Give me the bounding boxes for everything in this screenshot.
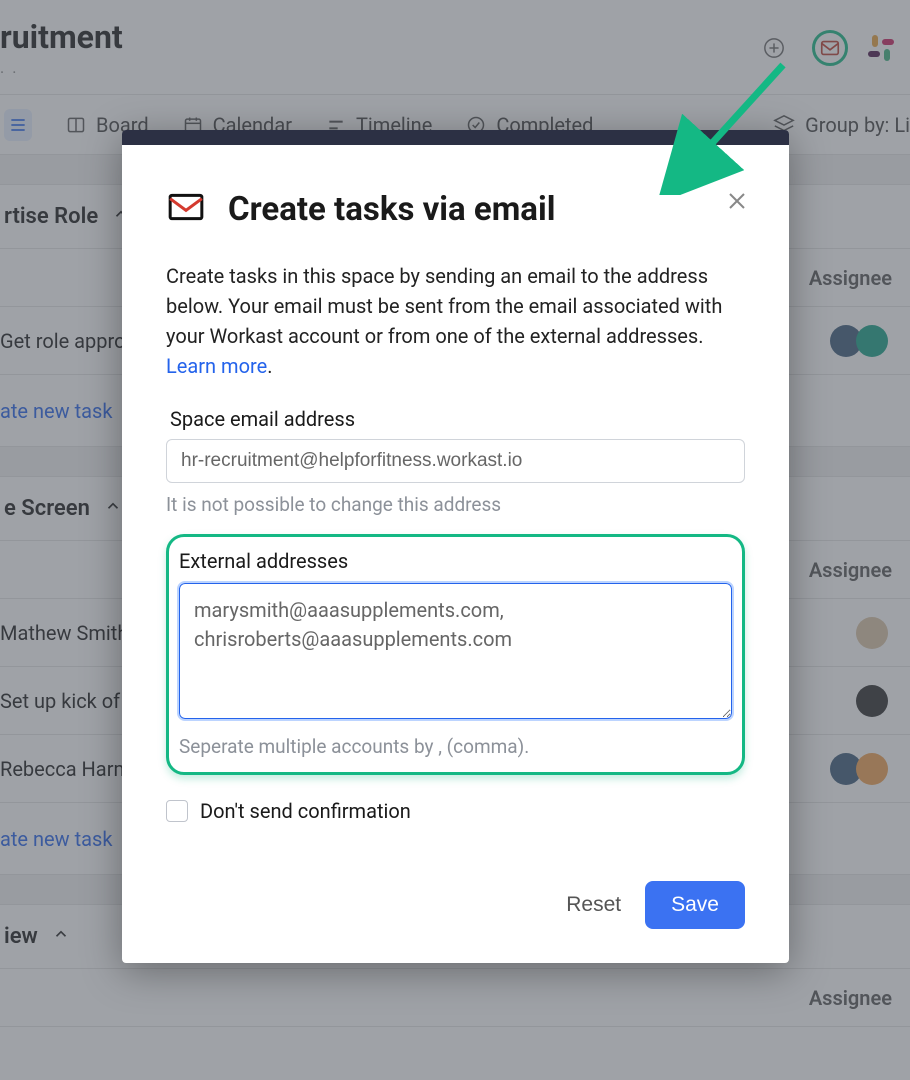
external-addresses-label: External addresses — [179, 549, 732, 573]
external-addresses-hint: Seperate multiple accounts by , (comma). — [179, 735, 732, 758]
external-addresses-input[interactable] — [179, 583, 732, 719]
create-email-tasks-modal: Create tasks via email Create tasks in t… — [122, 130, 789, 963]
period: . — [267, 354, 272, 378]
close-icon[interactable] — [725, 189, 749, 220]
dont-send-confirmation-label: Don't send confirmation — [200, 799, 411, 823]
save-button[interactable]: Save — [645, 881, 745, 929]
external-addresses-highlight: External addresses Seperate multiple acc… — [166, 534, 745, 775]
space-email-label: Space email address — [170, 407, 745, 431]
dont-send-confirmation-checkbox[interactable] — [166, 800, 188, 822]
space-email-hint: It is not possible to change this addres… — [166, 493, 745, 516]
space-email-input[interactable] — [166, 439, 745, 483]
modal-description-text: Create tasks in this space by sending an… — [166, 264, 722, 348]
reset-button[interactable]: Reset — [566, 893, 621, 917]
modal-description: Create tasks in this space by sending an… — [166, 261, 745, 381]
modal-title: Create tasks via email — [228, 190, 555, 229]
learn-more-link[interactable]: Learn more — [166, 354, 267, 378]
envelope-icon — [166, 187, 206, 231]
modal-accent-bar — [122, 130, 789, 145]
